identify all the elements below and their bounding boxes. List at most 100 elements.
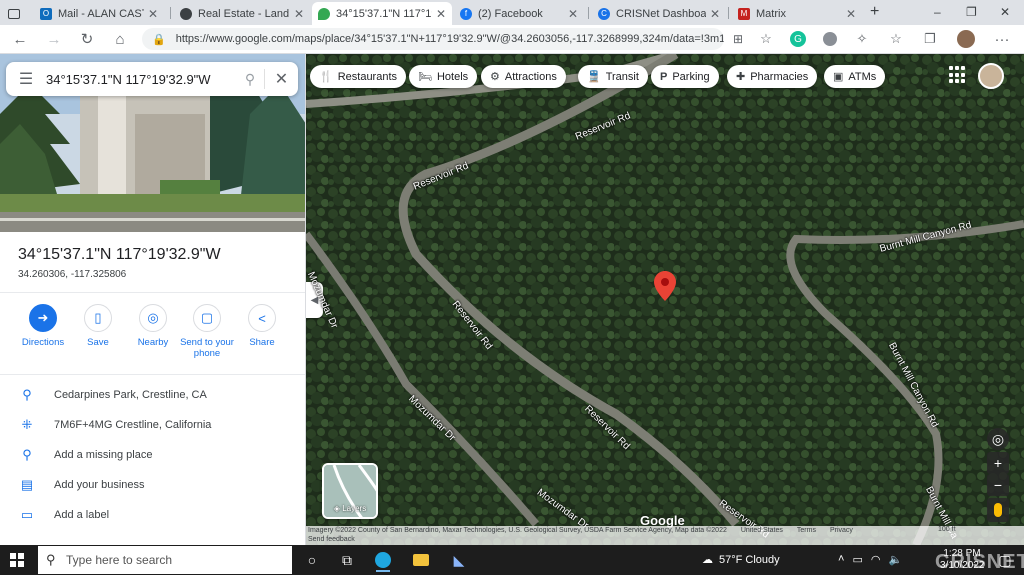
address-url[interactable]: https://www.google.com/maps/place/34°15'… (176, 33, 724, 45)
edge-taskbar-button[interactable] (370, 548, 396, 572)
send-feedback-link[interactable]: Send feedback (308, 536, 355, 543)
privacy-link[interactable]: Privacy (830, 527, 853, 534)
extension-button[interactable] (820, 29, 840, 49)
grammarly-extension[interactable]: G (788, 29, 808, 49)
back-button[interactable]: ← (10, 29, 30, 49)
info-row-add-business[interactable]: ▤ Add your business (0, 472, 305, 498)
forward-button[interactable]: → (44, 29, 64, 49)
send-to-phone-button[interactable]: ▢ Send to your phone (177, 304, 237, 359)
close-tab-icon[interactable]: ✕ (846, 7, 856, 21)
file-explorer-button[interactable] (408, 548, 434, 572)
hotel-icon: 🛏 (418, 71, 432, 83)
search-box[interactable]: ☰ 34°15'37.1"N 117°19'32.9"W ⚲ ✕ (6, 62, 298, 96)
close-tab-icon[interactable]: ✕ (710, 7, 720, 21)
account-avatar[interactable] (978, 63, 1004, 89)
restaurant-icon: 🍴 (319, 71, 333, 83)
collections-button[interactable]: ❐ (920, 29, 940, 49)
chip-restaurants[interactable]: 🍴 Restaurants (310, 65, 407, 88)
battery-icon[interactable]: ▭ (852, 553, 862, 566)
search-icon: ⚲ (46, 552, 56, 567)
my-location-icon: ◎ (991, 430, 1005, 447)
info-row-plus-code[interactable]: ⁜ 7M6F+4MG Crestline, California (0, 412, 305, 438)
chip-label: Restaurants (337, 70, 398, 83)
chip-hotels[interactable]: 🛏 Hotels (409, 65, 478, 88)
terms-link[interactable]: Terms (797, 527, 816, 534)
home-button[interactable]: ⌂ (110, 29, 130, 49)
street-view-pegman-icon[interactable] (987, 498, 1009, 522)
google-apps-icon[interactable] (949, 66, 967, 84)
tab-crisnet[interactable]: C CRISNet Dashboard ✕ (592, 2, 726, 25)
network-icon[interactable]: ◠ (871, 553, 881, 566)
chip-parking[interactable]: P Parking (651, 65, 719, 88)
search-icon[interactable]: ⚲ (236, 71, 264, 88)
tab-mail[interactable]: O Mail - ALAN CASTILLO ✕ (34, 2, 164, 25)
tab-matrix[interactable]: M Matrix ✕ (732, 2, 862, 25)
search-input[interactable]: 34°15'37.1"N 117°19'32.9"W (46, 72, 236, 87)
nearby-button[interactable]: ◎ Nearby (123, 304, 183, 348)
tab-actions-menu[interactable] (2, 2, 32, 25)
crisnet-icon: C (598, 7, 610, 20)
action-label: Share (249, 337, 275, 348)
pinned-app-button[interactable]: ◣ (446, 548, 472, 572)
send-to-phone-icon: ▢ (193, 304, 221, 332)
menu-icon[interactable]: ☰ (6, 69, 46, 89)
close-window-button[interactable]: ✕ (1000, 5, 1010, 19)
settings-menu-button[interactable]: ··· (992, 29, 1012, 49)
refresh-button[interactable]: ↻ (77, 29, 97, 49)
parking-icon: P (660, 70, 668, 83)
taskbar-search-placeholder: Type here to search (66, 553, 173, 567)
zoom-out-button[interactable]: − (987, 474, 1009, 496)
minimize-button[interactable]: – (934, 5, 941, 19)
layers-icon: ◈ (333, 504, 340, 513)
chip-label: Parking (672, 70, 710, 83)
windows-start-icon[interactable] (10, 553, 24, 567)
chip-transit[interactable]: 🚆 Transit (578, 65, 648, 88)
extensions-button[interactable]: ✧ (852, 29, 872, 49)
map-canvas[interactable]: 🍴 Restaurants 🛏 Hotels ⚙ Attractions 🚆 Trans… (306, 54, 1024, 545)
forward-arrow-icon: → (46, 30, 62, 48)
tab-label: 34°15'37.1"N 117°19'3... (336, 7, 432, 20)
apps-available-button[interactable]: ⊞ (728, 29, 748, 49)
chip-pharmacies[interactable]: ✚ Pharmacies (727, 65, 818, 88)
location-marker-icon[interactable] (654, 271, 676, 304)
maps-pin-icon (318, 7, 330, 20)
region-link[interactable]: United States (741, 527, 783, 534)
show-hidden-icons-icon[interactable]: ˄ (838, 553, 844, 566)
close-tab-icon[interactable]: ✕ (436, 7, 446, 21)
save-button[interactable]: ▯ Save (68, 304, 128, 348)
close-tab-icon[interactable]: ✕ (568, 7, 578, 21)
tab-facebook[interactable]: f (2) Facebook ✕ (454, 2, 584, 25)
action-label: Send to your phone (180, 337, 234, 359)
directions-button[interactable]: ➜ Directions (13, 304, 73, 348)
my-location-button[interactable]: ◎ (987, 428, 1009, 450)
info-row-add-place[interactable]: ⚲ Add a missing place (0, 442, 305, 468)
info-row-add-label[interactable]: ▭ Add a label (0, 502, 305, 528)
tab-google-maps[interactable]: 34°15'37.1"N 117°19'3... ✕ (312, 2, 452, 25)
close-tab-icon[interactable]: ✕ (148, 7, 158, 21)
maximize-button[interactable]: ❐ (966, 5, 977, 19)
scale-bar[interactable]: 100 ft (938, 526, 956, 533)
collections-icon: ❐ (924, 31, 936, 46)
chip-attractions[interactable]: ⚙ Attractions (481, 65, 566, 88)
zoom-in-button[interactable]: + (987, 452, 1009, 474)
taskbar-search-box[interactable]: ⚲ Type here to search (38, 546, 292, 574)
chip-atms[interactable]: ▣ ATMs (824, 65, 886, 88)
tab-real-estate[interactable]: Real Estate - Land ✕ (174, 2, 310, 25)
address-bar[interactable]: 🔒 https://www.google.com/maps/place/34°1… (142, 28, 724, 50)
cortana-button[interactable]: ○ (299, 548, 325, 572)
business-icon: ▤ (20, 477, 34, 492)
grammarly-icon: G (790, 31, 806, 47)
task-view-button[interactable]: ⧉ (334, 548, 360, 572)
share-button[interactable]: < Share (232, 304, 292, 348)
favorites-button[interactable]: ☆ (886, 29, 906, 49)
clear-search-icon[interactable]: ✕ (264, 69, 298, 89)
layers-button[interactable]: ◈ Layers (322, 463, 378, 519)
globe-icon (180, 7, 192, 20)
favorite-button[interactable]: ☆ (756, 29, 776, 49)
volume-icon[interactable]: 🔈 (888, 553, 902, 566)
weather-widget[interactable]: ☁ 57°F Cloudy (702, 553, 780, 567)
new-tab-button[interactable]: + (870, 3, 879, 21)
profile-button[interactable] (956, 29, 976, 49)
close-tab-icon[interactable]: ✕ (294, 7, 304, 21)
info-row-address[interactable]: ⚲ Cedarpines Park, Crestline, CA (0, 382, 305, 408)
